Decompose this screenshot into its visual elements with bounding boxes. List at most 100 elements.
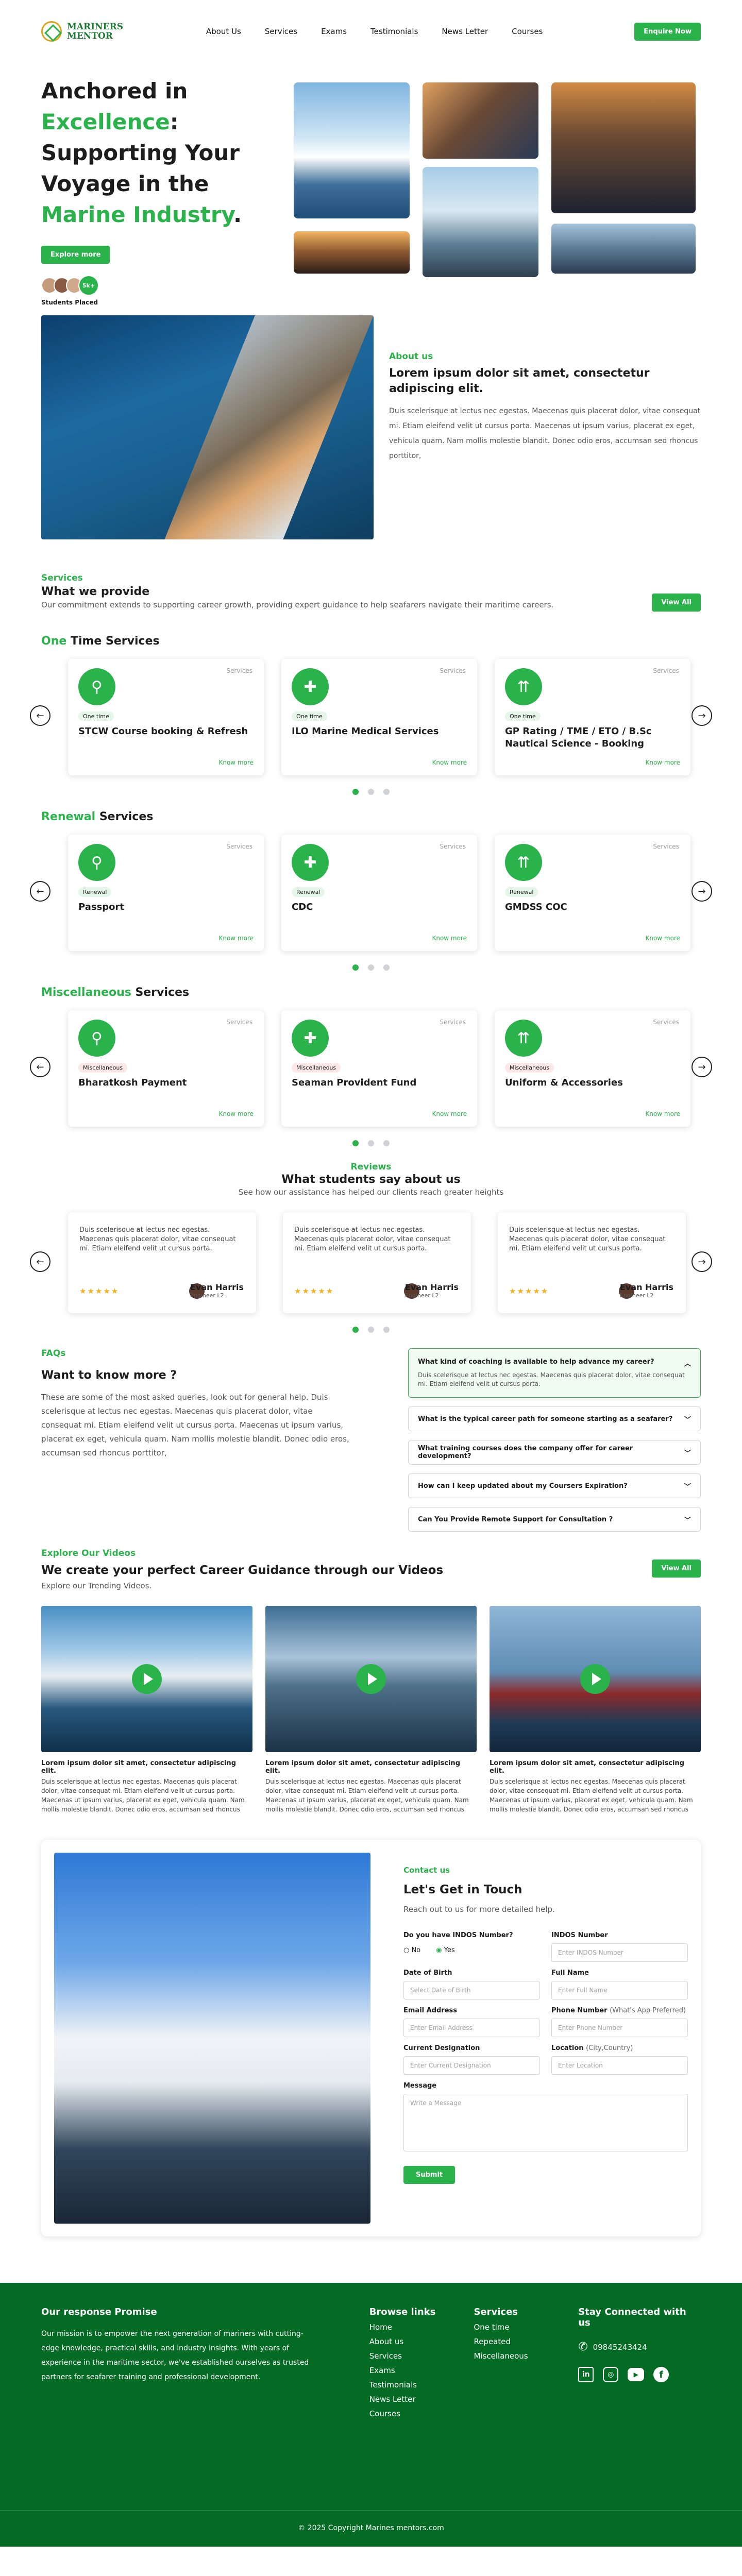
page-dot[interactable] xyxy=(352,964,359,971)
faq-item[interactable]: Can You Provide Remote Support for Consu… xyxy=(408,1507,701,1532)
footer-service-link[interactable]: One time xyxy=(474,2323,578,2332)
footer-link[interactable]: Testimonials xyxy=(369,2380,474,2389)
videos-section: Explore Our Videos We create your perfec… xyxy=(0,1548,742,1814)
indos-yes-radio[interactable]: ◉ Yes xyxy=(436,1946,454,1954)
know-more-link[interactable]: Know more xyxy=(645,935,680,942)
know-more-link[interactable]: Know more xyxy=(432,1110,467,1117)
page-dot[interactable] xyxy=(352,1327,359,1333)
email-label: Email Address xyxy=(403,2007,458,2014)
services-view-all-button[interactable]: View All xyxy=(652,594,701,612)
footer-link[interactable]: Exams xyxy=(369,2366,474,2375)
faq-item[interactable]: What is the typical career path for some… xyxy=(408,1406,701,1431)
nav-item[interactable]: About Us xyxy=(206,27,241,36)
page-dot[interactable] xyxy=(368,1140,374,1146)
play-icon[interactable] xyxy=(132,1664,162,1694)
linkedin-icon[interactable]: in xyxy=(578,2367,594,2382)
video-card: Lorem ipsum dolor sit amet, consectetur … xyxy=(41,1606,252,1814)
footer-link[interactable]: Services xyxy=(369,2351,474,2361)
prev-arrow[interactable]: ← xyxy=(30,881,50,902)
service-card[interactable]: ⚲ Services Miscellaneous Bharatkosh Payment… xyxy=(68,1010,264,1127)
know-more-link[interactable]: Know more xyxy=(218,759,254,766)
video-thumbnail[interactable] xyxy=(490,1606,701,1752)
nav-item[interactable]: Testimonials xyxy=(370,27,418,36)
nav-item[interactable]: News Letter xyxy=(442,27,488,36)
play-icon[interactable] xyxy=(356,1664,386,1694)
footer-link[interactable]: About us xyxy=(369,2337,474,2346)
know-more-link[interactable]: Know more xyxy=(432,935,467,942)
service-card[interactable]: ⇈ Services Miscellaneous Uniform & Accessor… xyxy=(495,1010,690,1127)
page-dot[interactable] xyxy=(352,1140,359,1146)
know-more-link[interactable]: Know more xyxy=(218,1110,254,1117)
nav-item[interactable]: Services xyxy=(265,27,297,36)
review-text: Duis scelerisque at lectus nec egestas. … xyxy=(294,1226,451,1252)
youtube-icon[interactable]: ▶ xyxy=(628,2368,645,2381)
reviewer-name: Evan Harris Engineer L2 xyxy=(619,1282,673,1299)
location-input[interactable]: Enter Location xyxy=(551,2056,688,2075)
indos-no-radio[interactable]: ○ No xyxy=(403,1946,420,1954)
dob-input[interactable]: Select Date of Birth xyxy=(403,1981,540,1999)
facebook-icon[interactable]: f xyxy=(653,2367,669,2382)
prev-arrow[interactable]: ← xyxy=(30,705,50,726)
service-card[interactable]: ⚲ Services Renewal Passport Know more xyxy=(68,835,264,951)
reviews-next-arrow[interactable]: → xyxy=(692,1251,712,1272)
videos-view-all-button[interactable]: View All xyxy=(652,1559,701,1578)
prev-arrow[interactable]: ← xyxy=(30,1057,50,1077)
next-arrow[interactable]: → xyxy=(692,881,712,902)
video-thumbnail[interactable] xyxy=(41,1606,252,1752)
faq-item[interactable]: What training courses does the company o… xyxy=(408,1440,701,1465)
faq-section: FAQs Want to know more ? These are some … xyxy=(0,1348,742,1540)
know-more-link[interactable]: Know more xyxy=(645,759,680,766)
footer-service-link[interactable]: Miscellaneous xyxy=(474,2351,578,2361)
chevron-down-icon: ﹀ xyxy=(684,1516,691,1524)
faq-item[interactable]: How can I keep updated about my Coursers… xyxy=(408,1473,701,1498)
page-dot[interactable] xyxy=(383,1140,390,1146)
indos-number-input[interactable]: Enter INDOS Number xyxy=(551,1943,688,1962)
phone-input[interactable]: Enter Phone Number xyxy=(551,2019,688,2037)
nav-item[interactable]: Exams xyxy=(321,27,347,36)
instagram-icon[interactable]: ◎ xyxy=(603,2367,619,2382)
faq-question: What kind of coaching is available to he… xyxy=(418,1358,654,1366)
page-dot[interactable] xyxy=(383,964,390,971)
enquire-now-button[interactable]: Enquire Now xyxy=(634,22,701,41)
message-textarea[interactable]: Write a Message xyxy=(403,2094,688,2151)
page-dot[interactable] xyxy=(368,789,374,795)
video-thumbnail[interactable] xyxy=(265,1606,477,1752)
designation-input[interactable]: Enter Current Designation xyxy=(403,2056,540,2075)
play-icon[interactable] xyxy=(580,1664,610,1694)
submit-button[interactable]: Submit xyxy=(403,2166,456,2184)
faq-item[interactable]: What kind of coaching is available to he… xyxy=(408,1348,701,1398)
know-more-link[interactable]: Know more xyxy=(432,759,467,766)
footer-service-link[interactable]: Repeated xyxy=(474,2337,578,2346)
footer-phone[interactable]: ✆ 09845243424 xyxy=(578,2341,701,2353)
service-card[interactable]: ⇈ Services Renewal GMDSS COC Know more xyxy=(495,835,690,951)
review-card: Duis scelerisque at lectus nec egestas. … xyxy=(283,1212,471,1313)
footer-link[interactable]: News Letter xyxy=(369,2395,474,2404)
footer-promise-text: Our mission is to empower the next gener… xyxy=(41,2330,309,2381)
footer-link[interactable]: Home xyxy=(369,2323,474,2332)
nav-item[interactable]: Courses xyxy=(512,27,543,36)
explore-more-button[interactable]: Explore more xyxy=(41,246,110,264)
faq-question: What is the typical career path for some… xyxy=(418,1415,673,1423)
know-more-link[interactable]: Know more xyxy=(645,1110,680,1117)
email-input[interactable]: Enter Email Address xyxy=(403,2019,540,2037)
service-card[interactable]: ⚲ Services One time STCW Course booking & R… xyxy=(68,659,264,775)
know-more-link[interactable]: Know more xyxy=(218,935,254,942)
page-dot[interactable] xyxy=(368,964,374,971)
service-type-pill: One time xyxy=(292,711,327,721)
page-dot[interactable] xyxy=(383,1327,390,1333)
next-arrow[interactable]: → xyxy=(692,705,712,726)
page-dot[interactable] xyxy=(352,789,359,795)
full-name-input[interactable]: Enter Full Name xyxy=(551,1981,688,1999)
service-card[interactable]: ⇈ Services One time GP Rating / TME / ETO /… xyxy=(495,659,690,775)
service-card[interactable]: ✚ Services Miscellaneous Seaman Provident F… xyxy=(281,1010,477,1127)
service-card[interactable]: ✚ Services One time ILO Marine Medical Serv… xyxy=(281,659,477,775)
service-card[interactable]: ✚ Services Renewal CDC Know more xyxy=(281,835,477,951)
footer-link[interactable]: Courses xyxy=(369,2409,474,2418)
reviews-carousel: ← Duis scelerisque at lectus nec egestas… xyxy=(30,1212,712,1313)
page-dot[interactable] xyxy=(368,1327,374,1333)
brand-logo[interactable]: MARINERS MENTOR xyxy=(41,21,123,42)
next-arrow[interactable]: → xyxy=(692,1057,712,1077)
medical-bag-icon: ✚ xyxy=(292,844,329,881)
reviews-prev-arrow[interactable]: ← xyxy=(30,1251,50,1272)
page-dot[interactable] xyxy=(383,789,390,795)
